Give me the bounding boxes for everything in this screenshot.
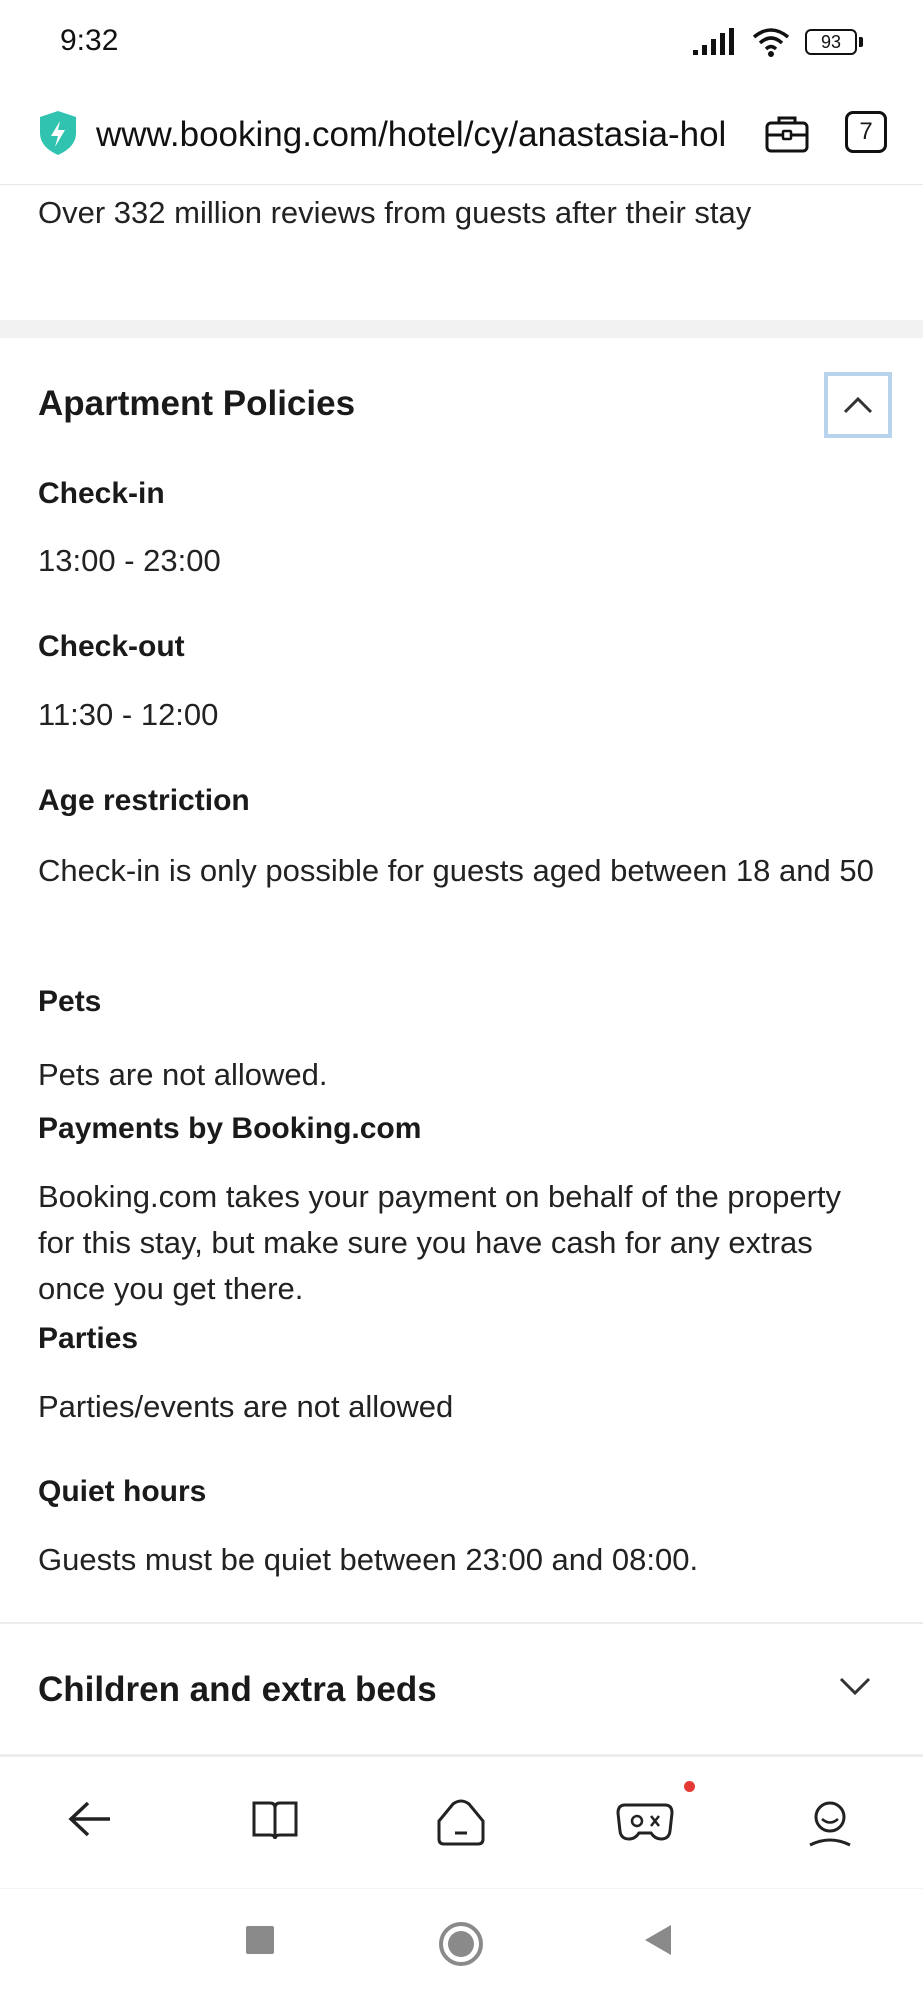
system-nav-bar — [0, 1888, 923, 2000]
policy-label-payments: Payments by Booking.com — [38, 1112, 422, 1145]
back-triangle-icon[interactable] — [643, 1923, 673, 1957]
section-divider — [0, 320, 923, 338]
policy-value-checkout: 11:30 - 12:00 — [38, 697, 219, 732]
wifi-icon — [752, 28, 790, 57]
url-text[interactable]: www.booking.com/hotel/cy/anastasia-hol — [96, 115, 736, 155]
collapse-policies-button[interactable] — [824, 372, 892, 438]
profile-icon[interactable] — [806, 1799, 854, 1849]
policy-value-pets: Pets are not allowed. — [38, 1057, 328, 1092]
signal-icon — [693, 28, 734, 55]
back-arrow-icon[interactable] — [66, 1799, 114, 1839]
policy-value-age: Check-in is only possible for guests age… — [38, 853, 874, 888]
chevron-down-icon[interactable] — [838, 1674, 872, 1698]
shield-bolt-icon[interactable] — [36, 109, 80, 157]
policy-value-quiet-hours: Guests must be quiet between 23:00 and 0… — [38, 1542, 699, 1577]
policy-label-age: Age restriction — [38, 784, 250, 817]
reviews-text: Over 332 million reviews from guests aft… — [38, 195, 752, 230]
home-icon[interactable] — [435, 1799, 487, 1847]
status-bar: 9:32 93 — [0, 0, 923, 80]
policy-label-quiet-hours: Quiet hours — [38, 1475, 207, 1508]
children-section-title[interactable]: Children and extra beds — [38, 1670, 437, 1710]
section-divider — [0, 1622, 923, 1624]
battery-level: 93 — [805, 29, 857, 55]
policy-value-checkin: 13:00 - 23:00 — [38, 543, 221, 578]
status-time: 9:32 — [60, 24, 119, 57]
battery-indicator: 93 — [805, 29, 863, 55]
policy-label-checkin: Check-in — [38, 477, 165, 510]
status-icons: 93 — [693, 26, 863, 58]
home-circle-icon[interactable] — [438, 1921, 484, 1967]
tab-count-button[interactable]: 7 — [845, 111, 887, 153]
address-bar[interactable]: www.booking.com/hotel/cy/anastasia-hol 7 — [0, 95, 923, 185]
policy-label-parties: Parties — [38, 1322, 139, 1355]
policy-label-checkout: Check-out — [38, 630, 185, 663]
notification-dot — [684, 1781, 695, 1792]
chevron-up-icon — [843, 396, 873, 414]
policy-label-pets: Pets — [38, 985, 102, 1018]
gamepad-icon[interactable] — [615, 1799, 675, 1843]
recents-square-icon[interactable] — [245, 1925, 275, 1955]
briefcase-icon[interactable] — [764, 113, 810, 155]
policy-value-parties: Parties/events are not allowed — [38, 1389, 454, 1424]
policy-value-payments: Booking.com takes your payment on behalf… — [38, 1179, 842, 1306]
book-icon[interactable] — [250, 1799, 300, 1843]
browser-bottom-nav — [0, 1756, 923, 1886]
policies-title: Apartment Policies — [38, 384, 356, 423]
